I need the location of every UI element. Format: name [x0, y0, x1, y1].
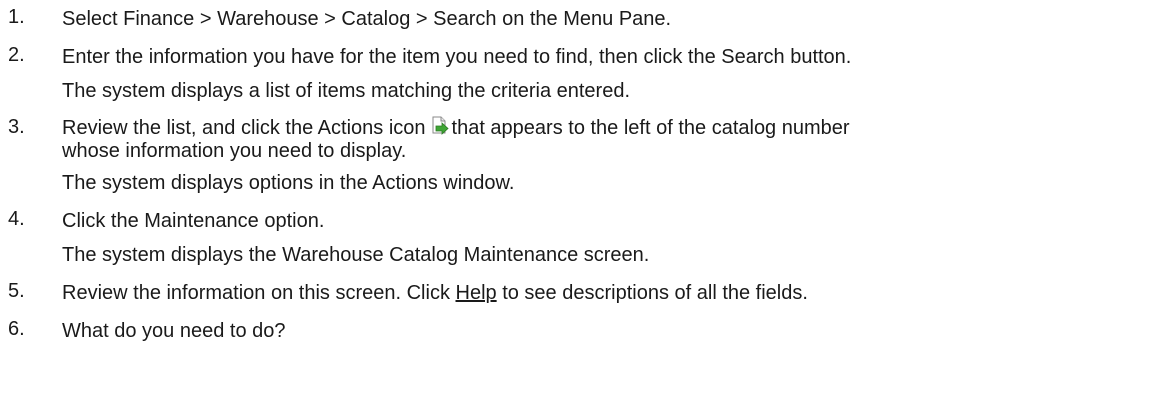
- step-number: 5.: [8, 280, 25, 302]
- step-text-part: Review the information on this screen. C…: [62, 282, 456, 304]
- step-text: What do you need to do?: [62, 320, 286, 342]
- step-number: 1.: [8, 6, 25, 28]
- step-result: The system displays options in the Actio…: [62, 172, 515, 194]
- actions-icon: [430, 116, 450, 136]
- step-number: 4.: [8, 208, 25, 230]
- step-number: 2.: [8, 44, 25, 66]
- instruction-steps: 1. Select Finance > Warehouse > Catalog …: [0, 0, 1176, 345]
- step-text-continued: whose information you need to display.: [62, 140, 407, 162]
- step-text: Select Finance > Warehouse > Catalog > S…: [62, 8, 672, 30]
- step-6: 6. What do you need to do?: [0, 318, 1176, 345]
- step-text-part: to see descriptions of all the fields.: [496, 282, 808, 304]
- step-text: Review the information on this screen. C…: [62, 280, 1176, 307]
- step-text: Review the list, and click the Actions i…: [62, 116, 1176, 140]
- step-text: Click the Maintenance option.: [62, 210, 325, 232]
- step-text-part: Review the list, and click the Actions i…: [62, 117, 426, 139]
- step-number: 3.: [8, 116, 25, 138]
- help-link[interactable]: Help: [456, 282, 497, 304]
- step-result: The system displays a list of items matc…: [62, 80, 631, 102]
- step-5: 5. Review the information on this screen…: [0, 280, 1176, 307]
- step-3: 3. Review the list, and click the Action…: [0, 116, 1176, 197]
- step-text: Enter the information you have for the i…: [62, 46, 852, 68]
- step-2: 2. Enter the information you have for th…: [0, 44, 1176, 105]
- step-text-part: that appears to the left of the catalog …: [451, 117, 850, 139]
- step-result: The system displays the Warehouse Catalo…: [62, 244, 650, 266]
- step-number: 6.: [8, 318, 25, 340]
- step-1: 1. Select Finance > Warehouse > Catalog …: [0, 6, 1176, 33]
- step-4: 4. Click the Maintenance option. The sys…: [0, 208, 1176, 269]
